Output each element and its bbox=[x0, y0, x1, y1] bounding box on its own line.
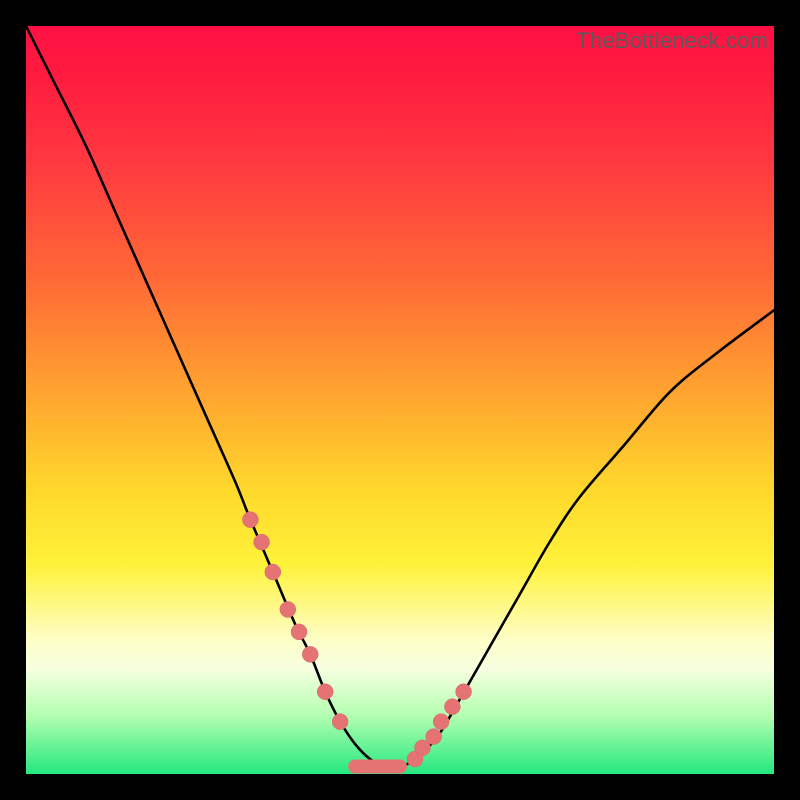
marker-dot bbox=[302, 646, 318, 662]
marker-dot bbox=[265, 564, 281, 580]
plot-area: TheBottleneck.com bbox=[26, 26, 774, 774]
marker-dot bbox=[426, 729, 442, 745]
marker-dot bbox=[291, 624, 307, 640]
marker-dot bbox=[280, 601, 296, 617]
chart-frame: TheBottleneck.com bbox=[0, 0, 800, 800]
marker-dot bbox=[317, 684, 333, 700]
marker-group bbox=[242, 512, 471, 767]
chart-svg bbox=[26, 26, 774, 774]
marker-dot bbox=[456, 684, 472, 700]
marker-dot bbox=[444, 699, 460, 715]
marker-dot bbox=[433, 714, 449, 730]
marker-dot bbox=[332, 714, 348, 730]
marker-dot bbox=[254, 534, 270, 550]
bottleneck-curve bbox=[26, 26, 774, 767]
marker-dot bbox=[242, 512, 258, 528]
